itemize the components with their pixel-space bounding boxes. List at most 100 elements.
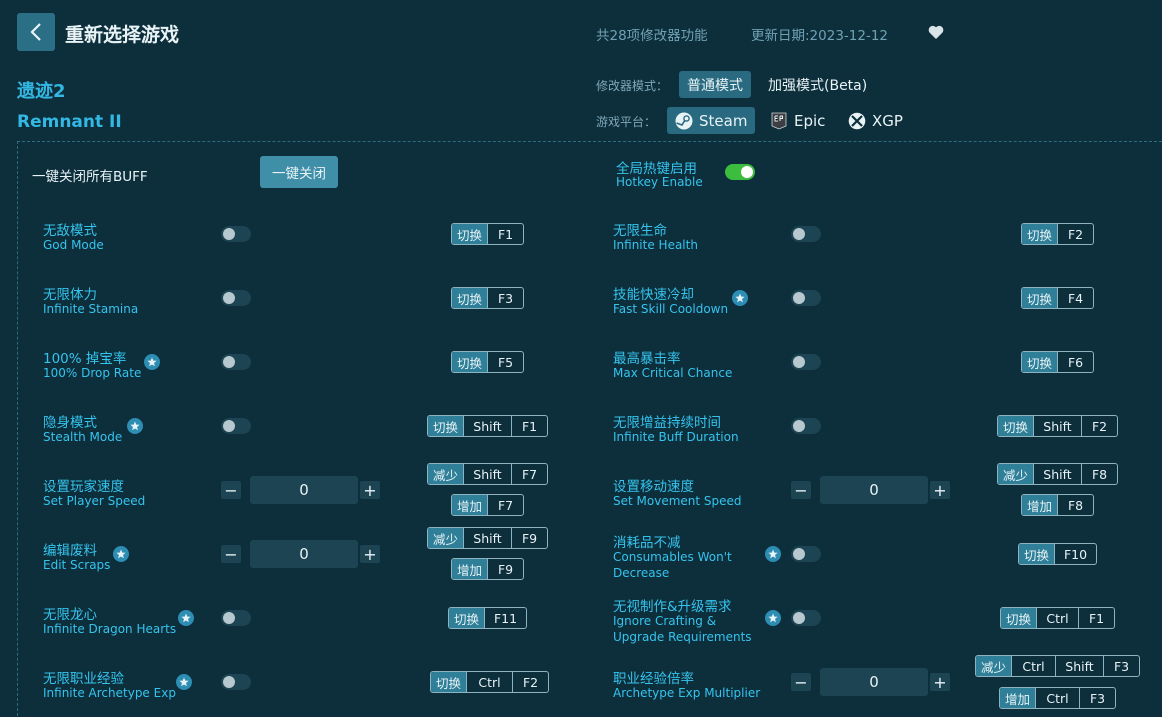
key-cap: Shift	[463, 528, 511, 548]
hotkey-box[interactable]: 切换 F1	[451, 223, 525, 245]
hotkey-box[interactable]: 切换 Ctrl F2	[430, 671, 550, 693]
key-action: 切换	[449, 608, 485, 628]
feature-label-en: Max Critical Chance	[613, 366, 733, 380]
increment-button[interactable]: +	[360, 545, 380, 564]
hotkey-enable-label-cn: 全局热键启用	[616, 161, 697, 177]
star-icon[interactable]	[765, 546, 781, 562]
platform-epic-button[interactable]: Epic	[762, 107, 833, 134]
page-title: 重新选择游戏	[65, 24, 180, 46]
hotkey-box[interactable]: 切换 Ctrl F1	[1000, 607, 1116, 629]
hotkey-box[interactable]: 切换 F2	[1021, 223, 1095, 245]
hotkey-enable-toggle[interactable]	[725, 164, 755, 180]
platform-epic-label: Epic	[794, 111, 826, 130]
key-cap: F7	[487, 495, 523, 515]
key-action: 减少	[428, 464, 464, 484]
feature-toggle[interactable]	[791, 546, 821, 562]
platform-xgp-label: XGP	[872, 111, 903, 130]
value-input[interactable]: 0	[250, 476, 358, 504]
key-action: 切换	[1022, 288, 1058, 308]
star-icon[interactable]	[178, 610, 194, 626]
feature-label-cn: 无限生命	[613, 223, 667, 239]
key-cap: Shift	[463, 416, 511, 436]
star-icon[interactable]	[176, 674, 192, 690]
key-action: 增加	[452, 559, 488, 579]
feature-label-cn: 无限龙心	[43, 607, 97, 623]
mode-normal-button[interactable]: 普通模式	[679, 71, 751, 98]
key-action: 增加	[1000, 688, 1036, 708]
platform-label: 游戏平台：	[596, 115, 657, 129]
feature-label-en: Decrease	[613, 566, 670, 580]
star-icon[interactable]	[765, 610, 781, 626]
feature-label-en: Upgrade Requirements	[613, 630, 752, 644]
key-cap: F9	[487, 559, 523, 579]
value-input[interactable]: 0	[250, 540, 358, 568]
key-cap: F3	[487, 288, 523, 308]
star-icon[interactable]	[113, 546, 129, 562]
hotkey-box[interactable]: 增加 F7	[451, 494, 525, 516]
game-name-cn: 遗迹2	[17, 81, 66, 102]
mode-enhanced-button[interactable]: 加强模式(Beta)	[760, 71, 875, 98]
key-cap: Ctrl	[1035, 688, 1079, 708]
hotkey-box[interactable]: 增加 F8	[1021, 494, 1095, 516]
hotkey-box[interactable]: 减少 Ctrl Shift F3	[975, 655, 1141, 677]
feature-toggle[interactable]	[221, 418, 251, 434]
value-input[interactable]: 0	[820, 476, 928, 504]
platform-steam-button[interactable]: Steam	[667, 107, 756, 134]
feature-label-en: Infinite Stamina	[43, 302, 139, 316]
decrement-button[interactable]: −	[791, 481, 811, 500]
key-cap: F8	[1081, 464, 1117, 484]
key-action: 切换	[431, 672, 467, 692]
feature-toggle[interactable]	[221, 610, 251, 626]
key-action: 切换	[1022, 352, 1058, 372]
feature-label-en: Infinite Archetype Exp	[43, 686, 176, 700]
key-cap: F7	[511, 464, 547, 484]
value-input[interactable]: 0	[820, 668, 928, 696]
increment-button[interactable]: +	[930, 481, 950, 500]
hotkey-box[interactable]: 切换 Shift F1	[427, 415, 549, 437]
feature-toggle[interactable]	[221, 354, 251, 370]
feature-toggle[interactable]	[791, 226, 821, 242]
key-action: 切换	[998, 416, 1034, 436]
feature-toggle[interactable]	[791, 418, 821, 434]
increment-button[interactable]: +	[930, 673, 950, 692]
key-action: 切换	[452, 352, 488, 372]
key-cap: Ctrl	[466, 672, 512, 692]
feature-toggle[interactable]	[791, 290, 821, 306]
hotkey-box[interactable]: 增加 Ctrl F3	[999, 687, 1117, 709]
star-icon[interactable]	[127, 418, 143, 434]
key-cap: F3	[1103, 656, 1139, 676]
hotkey-box[interactable]: 切换 F11	[448, 607, 528, 629]
hotkey-box[interactable]: 减少 Shift F7	[427, 463, 549, 485]
hotkey-box[interactable]: 切换 F4	[1021, 287, 1095, 309]
hotkey-box[interactable]: 切换 F5	[451, 351, 525, 373]
favorite-button[interactable]	[928, 25, 944, 44]
increment-button[interactable]: +	[360, 481, 380, 500]
feature-toggle[interactable]	[221, 290, 251, 306]
feature-toggle[interactable]	[791, 354, 821, 370]
decrement-button[interactable]: −	[221, 481, 241, 500]
feature-label-en: God Mode	[43, 238, 104, 252]
close-all-button[interactable]: 一键关闭	[260, 156, 338, 188]
hotkey-box[interactable]: 切换 F6	[1021, 351, 1095, 373]
feature-label-cn: 技能快速冷却	[613, 287, 694, 303]
star-icon[interactable]	[144, 354, 160, 370]
feature-toggle[interactable]	[221, 226, 251, 242]
feature-toggle[interactable]	[221, 674, 251, 690]
hotkey-box[interactable]: 减少 Shift F9	[427, 527, 549, 549]
key-cap: F4	[1057, 288, 1093, 308]
hotkey-box[interactable]: 切换 F3	[451, 287, 525, 309]
decrement-button[interactable]: −	[791, 673, 811, 692]
hotkey-box[interactable]: 切换 Shift F2	[997, 415, 1119, 437]
feature-toggle[interactable]	[791, 610, 821, 626]
star-icon[interactable]	[732, 290, 748, 306]
hotkey-box[interactable]: 减少 Shift F8	[997, 463, 1119, 485]
key-cap: F1	[487, 224, 523, 244]
back-button[interactable]	[17, 13, 55, 51]
key-cap: F8	[1057, 495, 1093, 515]
key-cap: Ctrl	[1011, 656, 1055, 676]
platform-xgp-button[interactable]: XGP	[840, 107, 911, 134]
key-cap: F1	[511, 416, 547, 436]
hotkey-box[interactable]: 切换 F10	[1018, 543, 1098, 565]
hotkey-box[interactable]: 增加 F9	[451, 558, 525, 580]
decrement-button[interactable]: −	[221, 545, 241, 564]
